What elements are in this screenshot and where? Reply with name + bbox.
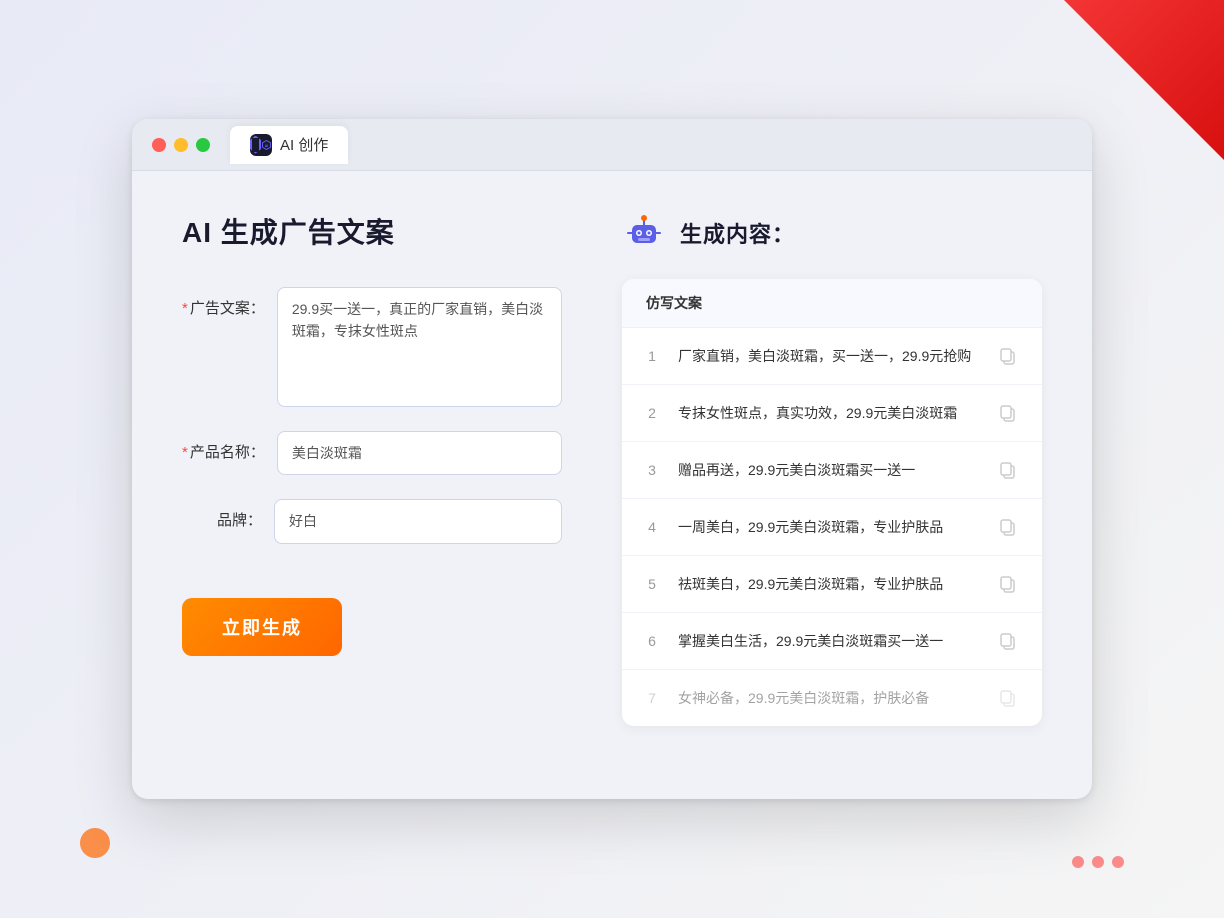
copy-button[interactable] <box>994 684 1022 712</box>
row-text: 掌握美白生活，29.9元美白淡斑霜买一送一 <box>678 631 978 652</box>
table-row: 6 掌握美白生活，29.9元美白淡斑霜买一送一 <box>622 613 1042 670</box>
ad-required-star: * <box>182 300 188 317</box>
table-row: 5 祛斑美白，29.9元美白淡斑霜，专业护肤品 <box>622 556 1042 613</box>
row-text: 女神必备，29.9元美白淡斑霜，护肤必备 <box>678 688 978 709</box>
copy-button[interactable] <box>994 342 1022 370</box>
row-number: 3 <box>642 462 662 478</box>
main-content: AI 生成广告文案 *广告文案： *产品名称： 品牌： 立 <box>132 171 1092 791</box>
row-text: 专抹女性斑点，真实功效，29.9元美白淡斑霜 <box>678 403 978 424</box>
maximize-button[interactable] <box>196 138 210 152</box>
table-row: 4 一周美白，29.9元美白淡斑霜，专业护肤品 <box>622 499 1042 556</box>
row-text: 赠品再送，29.9元美白淡斑霜买一送一 <box>678 460 978 481</box>
product-name-input[interactable] <box>277 431 562 475</box>
table-header: 仿写文案 <box>622 279 1042 328</box>
row-number: 2 <box>642 405 662 421</box>
product-name-group: *产品名称： <box>182 431 562 475</box>
result-header: 生成内容： <box>622 211 1042 255</box>
svg-text:AI: AI <box>265 144 269 148</box>
ai-icon: AI <box>250 134 272 156</box>
brand-label: 品牌： <box>182 499 262 530</box>
row-number: 7 <box>642 690 662 706</box>
brand-input[interactable] <box>274 499 562 543</box>
row-number: 1 <box>642 348 662 364</box>
result-table: 仿写文案 1 厂家直销，美白淡斑霜，买一送一，29.9元抢购 2 专抹女性斑点，真实… <box>622 279 1042 726</box>
ad-copy-textarea[interactable] <box>277 287 562 407</box>
decorative-dots <box>1072 856 1124 868</box>
app-window: AI AI 创作 AI 生成广告文案 *广告文案： *产品名称： <box>132 119 1092 799</box>
row-number: 4 <box>642 519 662 535</box>
table-row: 2 专抹女性斑点，真实功效，29.9元美白淡斑霜 <box>622 385 1042 442</box>
row-text: 祛斑美白，29.9元美白淡斑霜，专业护肤品 <box>678 574 978 595</box>
table-row: 3 赠品再送，29.9元美白淡斑霜买一送一 <box>622 442 1042 499</box>
tab-label: AI 创作 <box>280 134 328 155</box>
row-number: 5 <box>642 576 662 592</box>
ad-copy-label: *广告文案： <box>182 287 265 318</box>
copy-button[interactable] <box>994 399 1022 427</box>
minimize-button[interactable] <box>174 138 188 152</box>
result-rows-container: 1 厂家直销，美白淡斑霜，买一送一，29.9元抢购 2 专抹女性斑点，真实功效，29… <box>622 328 1042 726</box>
traffic-lights <box>152 138 210 152</box>
result-title: 生成内容： <box>680 217 795 249</box>
product-name-label: *产品名称： <box>182 431 265 462</box>
generate-button[interactable]: 立即生成 <box>182 598 342 656</box>
table-row: 7 女神必备，29.9元美白淡斑霜，护肤必备 <box>622 670 1042 726</box>
table-row: 1 厂家直销，美白淡斑霜，买一送一，29.9元抢购 <box>622 328 1042 385</box>
row-text: 一周美白，29.9元美白淡斑霜，专业护肤品 <box>678 517 978 538</box>
copy-button[interactable] <box>994 627 1022 655</box>
robot-icon <box>622 211 666 255</box>
copy-button[interactable] <box>994 456 1022 484</box>
title-bar: AI AI 创作 <box>132 119 1092 171</box>
column-header: 仿写文案 <box>646 293 702 313</box>
right-panel: 生成内容： 仿写文案 1 厂家直销，美白淡斑霜，买一送一，29.9元抢购 2 专抹女… <box>622 211 1042 751</box>
product-required-star: * <box>182 444 188 461</box>
copy-button[interactable] <box>994 513 1022 541</box>
ai-tab[interactable]: AI AI 创作 <box>230 126 348 164</box>
row-number: 6 <box>642 633 662 649</box>
close-button[interactable] <box>152 138 166 152</box>
copy-button[interactable] <box>994 570 1022 598</box>
page-title: AI 生成广告文案 <box>182 211 562 251</box>
row-text: 厂家直销，美白淡斑霜，买一送一，29.9元抢购 <box>678 346 978 367</box>
ad-copy-group: *广告文案： <box>182 287 562 407</box>
left-panel: AI 生成广告文案 *广告文案： *产品名称： 品牌： 立 <box>182 211 562 751</box>
brand-group: 品牌： <box>182 499 562 543</box>
